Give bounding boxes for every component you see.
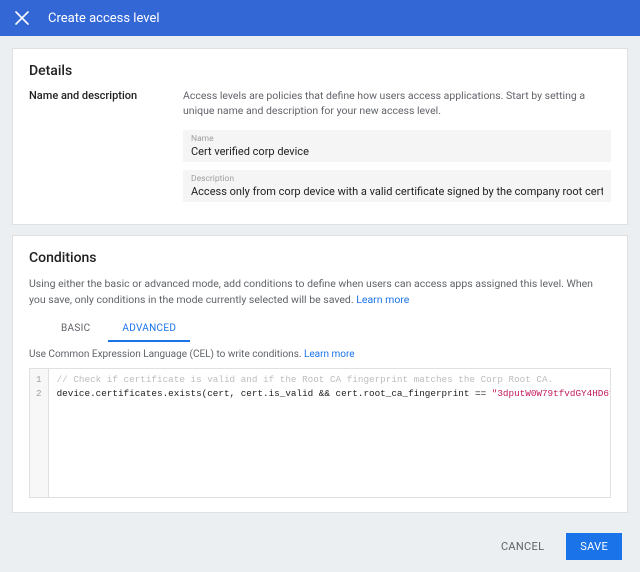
tab-basic[interactable]: BASIC [47,317,104,342]
page-title: Create access level [48,11,160,26]
cel-learn-more-link[interactable]: Learn more [304,349,355,360]
conditions-intro: Using either the basic or advanced mode,… [29,276,611,306]
app-bar: Create access level [0,0,640,36]
code-line2-string: "3dputW0W79tfvdGY4HD6fPm6VNzlG+x0TRVFvtQ… [492,388,611,399]
code-comment: // Check if certificate is valid and if … [57,374,554,385]
cancel-button[interactable]: CANCEL [487,533,558,560]
name-desc-label: Name and description [29,89,159,210]
conditions-card: Conditions Using either the basic or adv… [12,235,628,512]
learn-more-link[interactable]: Learn more [356,293,409,306]
tab-advanced[interactable]: ADVANCED [108,317,190,342]
description-input[interactable] [191,185,603,198]
name-field[interactable]: Name [183,130,611,162]
mode-tabs: BASIC ADVANCED [47,317,611,343]
description-field[interactable]: Description [183,170,611,202]
cel-hint-text: Use Common Expression Language (CEL) to … [29,349,304,360]
description-label: Description [191,174,603,184]
page-body: Details Name and description Access leve… [0,36,640,513]
name-input[interactable] [191,145,603,158]
editor-gutter: 12 [30,369,49,497]
code-line2-pre: device.certificates.exists(cert, cert.is… [57,388,492,399]
details-intro: Access levels are policies that define h… [183,89,611,118]
close-icon[interactable] [12,8,32,28]
details-card: Details Name and description Access leve… [12,48,628,225]
editor-code[interactable]: // Check if certificate is valid and if … [49,369,611,497]
name-label: Name [191,134,603,144]
cel-editor[interactable]: 12 // Check if certificate is valid and … [29,368,611,498]
conditions-intro-text: Using either the basic or advanced mode,… [29,277,593,305]
cel-hint: Use Common Expression Language (CEL) to … [29,349,611,360]
save-button[interactable]: SAVE [566,533,622,560]
details-heading: Details [29,63,611,79]
conditions-heading: Conditions [29,250,611,266]
footer-actions: CANCEL SAVE [0,523,640,572]
